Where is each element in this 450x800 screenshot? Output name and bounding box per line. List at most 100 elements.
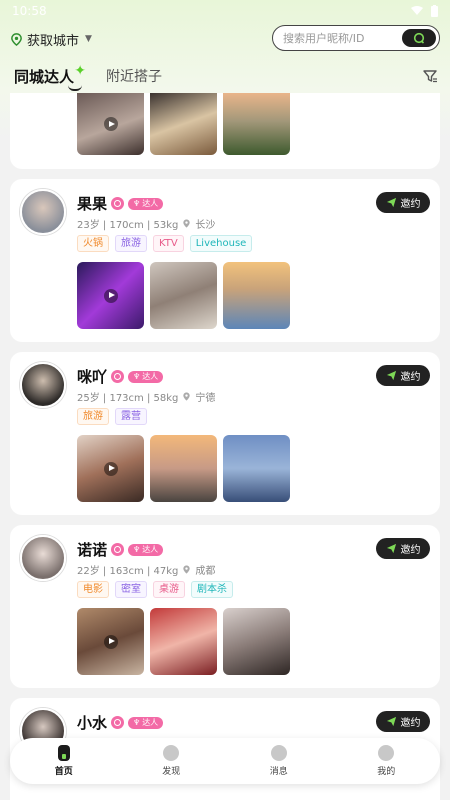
- verified-icon: [111, 543, 125, 556]
- user-photo[interactable]: [150, 608, 217, 675]
- location-selector[interactable]: 获取城市 ▼: [10, 30, 92, 49]
- user-photo[interactable]: [77, 435, 144, 502]
- talent-badge-label: 达人: [142, 545, 159, 554]
- user-photo[interactable]: [223, 93, 290, 155]
- tab-underline: [68, 85, 83, 91]
- verified-icon: [111, 197, 125, 210]
- interest-tag: 剧本杀: [191, 581, 233, 598]
- avatar[interactable]: [20, 362, 66, 408]
- location-pin-icon: [183, 392, 191, 401]
- invite-label: 邀约: [400, 199, 421, 210]
- photo-row: [77, 435, 290, 502]
- top-bar: 获取城市 ▼ 搜索用户昵称/ID: [0, 24, 450, 54]
- user-stats: 25岁 | 173cm | 58kg: [77, 393, 179, 404]
- message-icon: [270, 745, 287, 761]
- profile-icon: [378, 745, 395, 761]
- user-info: 23岁 | 170cm | 53kg 长沙: [77, 216, 215, 231]
- user-photo[interactable]: [150, 435, 217, 502]
- interest-tag: 桌游: [153, 581, 185, 598]
- interest-tag: 密室: [115, 581, 147, 598]
- user-city: 长沙: [195, 220, 216, 231]
- interest-tag: 露营: [115, 408, 147, 425]
- invite-label: 邀约: [400, 372, 421, 383]
- location-pin-icon: [183, 219, 191, 228]
- search-input[interactable]: 搜索用户昵称/ID: [272, 25, 440, 51]
- interest-tags: 旅游 露营: [77, 408, 147, 425]
- user-info: 25岁 | 173cm | 58kg 宁德: [77, 389, 215, 404]
- play-icon: [103, 461, 118, 476]
- status-time: 10:58: [12, 4, 47, 18]
- location-pin-icon: [11, 32, 22, 46]
- interest-tags: 电影 密室 桌游 剧本杀: [77, 581, 233, 598]
- tab-label: 同城达人: [14, 67, 75, 86]
- avatar[interactable]: [20, 535, 66, 581]
- user-photo[interactable]: [223, 608, 290, 675]
- tab-nearby-partner[interactable]: 附近搭子: [106, 66, 162, 86]
- play-icon: [103, 288, 118, 303]
- home-icon: [57, 745, 70, 761]
- user-card[interactable]: 诺诺 ♆ 达人 22岁 | 163cm | 47kg 成都 电影 密室 桌游 剧本…: [10, 525, 440, 688]
- invite-button[interactable]: 邀约: [376, 365, 430, 386]
- user-card[interactable]: 咪吖 ♆ 达人 25岁 | 173cm | 58kg 宁德 旅游 露营 邀约: [10, 352, 440, 515]
- verified-icon: [111, 716, 125, 729]
- interest-tag: 电影: [77, 581, 109, 598]
- interest-tag: KTV: [153, 235, 184, 252]
- user-name-row: 小水 ♆ 达人: [77, 712, 164, 733]
- invite-button[interactable]: 邀约: [376, 192, 430, 213]
- user-name-row: 咪吖 ♆ 达人: [77, 366, 164, 387]
- nav-profile[interactable]: 我的: [356, 745, 416, 777]
- talent-badge: ♆ 达人: [128, 197, 164, 210]
- invite-button[interactable]: 邀约: [376, 711, 430, 732]
- user-info: 22岁 | 163cm | 47kg 成都: [77, 562, 215, 577]
- user-card[interactable]: 果果 ♆ 达人 23岁 | 170cm | 53kg 长沙 火锅 旅游 KTV L…: [10, 179, 440, 342]
- send-icon: [386, 197, 396, 208]
- talent-badge-icon: ♆: [133, 545, 141, 554]
- user-name: 果果: [77, 195, 108, 213]
- user-name: 诺诺: [77, 541, 108, 559]
- talent-badge: ♆ 达人: [128, 370, 164, 383]
- search-button[interactable]: [402, 29, 436, 47]
- discover-icon: [163, 745, 180, 761]
- interest-tag: 旅游: [115, 235, 147, 252]
- user-photo[interactable]: [223, 262, 290, 329]
- talent-badge: ♆ 达人: [128, 716, 164, 729]
- user-photo[interactable]: [77, 608, 144, 675]
- user-name-row: 果果 ♆ 达人: [77, 193, 164, 214]
- user-photo[interactable]: [223, 435, 290, 502]
- user-card-partial[interactable]: [10, 93, 440, 169]
- user-photo[interactable]: [150, 93, 217, 155]
- user-photo[interactable]: [150, 262, 217, 329]
- talent-badge: ♆ 达人: [128, 543, 164, 556]
- verified-icon: [111, 370, 125, 383]
- user-photo[interactable]: [77, 93, 144, 155]
- bottom-nav: 首页 发现 消息 我的: [10, 738, 440, 784]
- tab-bar: 同城达人 ✦ 附近搭子: [0, 60, 450, 92]
- interest-tag: 火锅: [77, 235, 109, 252]
- nav-messages[interactable]: 消息: [249, 745, 309, 777]
- talent-badge-label: 达人: [142, 372, 159, 381]
- nav-label: 发现: [162, 767, 181, 777]
- interest-tag: 旅游: [77, 408, 109, 425]
- nav-label: 消息: [269, 767, 288, 777]
- search-icon: [413, 32, 425, 44]
- photo-row: [77, 608, 290, 675]
- invite-label: 邀约: [400, 718, 421, 729]
- play-icon: [103, 117, 118, 131]
- tab-local-talent[interactable]: 同城达人 ✦: [14, 63, 86, 91]
- location-label: 获取城市: [27, 33, 80, 49]
- nav-discover[interactable]: 发现: [141, 745, 201, 777]
- avatar[interactable]: [20, 189, 66, 235]
- invite-button[interactable]: 邀约: [376, 538, 430, 559]
- nav-label: 我的: [377, 767, 396, 777]
- invite-label: 邀约: [400, 545, 421, 556]
- send-icon: [386, 543, 396, 554]
- talent-badge-icon: ♆: [133, 199, 141, 208]
- battery-icon: [431, 5, 438, 17]
- user-photo[interactable]: [77, 262, 144, 329]
- filter-icon[interactable]: [422, 68, 438, 84]
- nav-home[interactable]: 首页: [34, 745, 94, 777]
- talent-badge-label: 达人: [142, 199, 159, 208]
- location-pin-icon: [183, 565, 191, 574]
- wifi-icon: [411, 6, 423, 15]
- search-placeholder: 搜索用户昵称/ID: [283, 32, 365, 45]
